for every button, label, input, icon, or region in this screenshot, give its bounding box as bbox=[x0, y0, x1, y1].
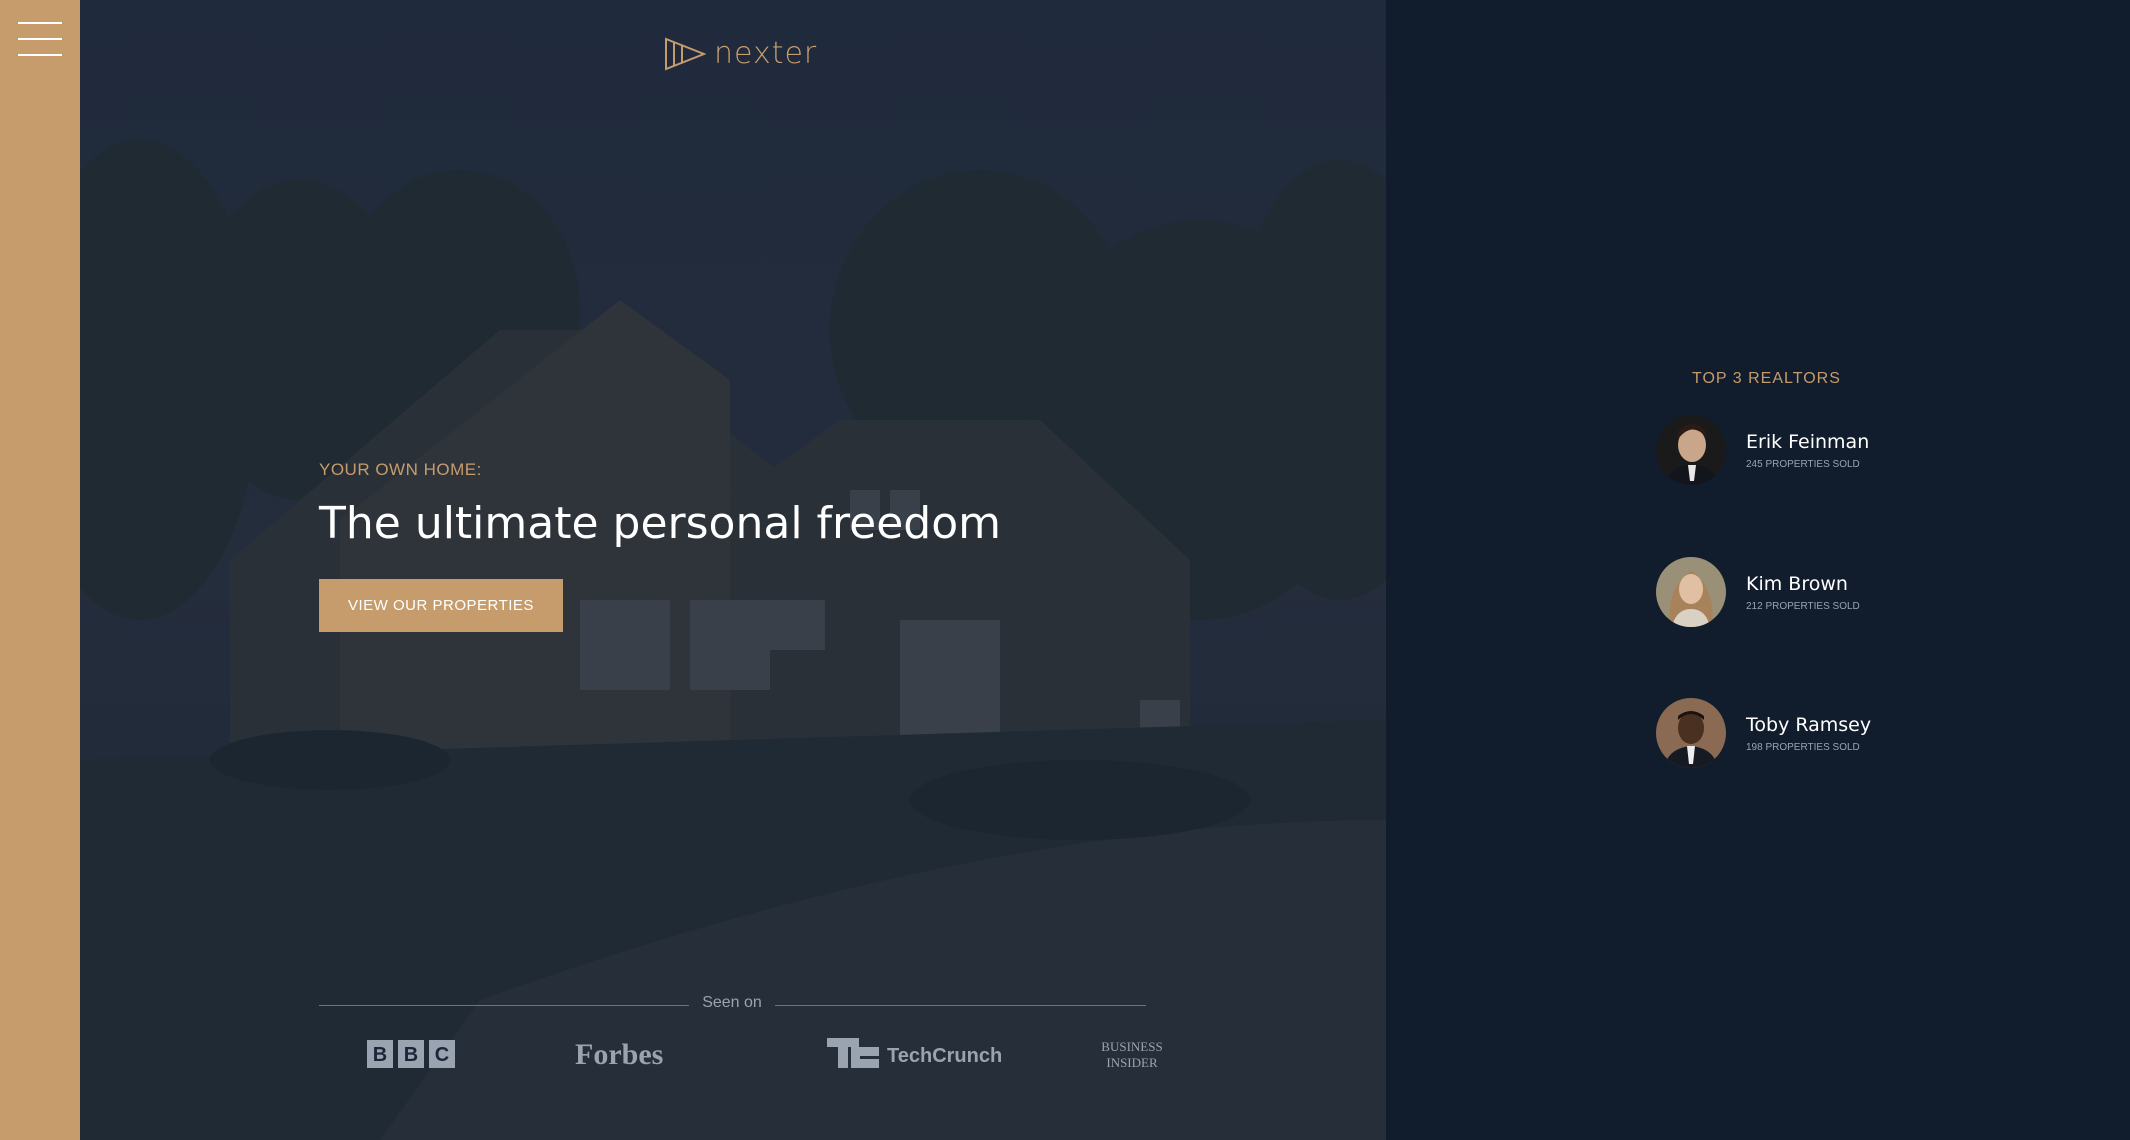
forbes-logo: Forbes bbox=[575, 1038, 663, 1071]
divider-left bbox=[319, 1005, 689, 1006]
press-logos: B B C Forbes TechCrunch BUSINESS INSIDER bbox=[319, 1028, 1163, 1078]
realtors-title: TOP 3 REALTORS bbox=[1692, 370, 1841, 387]
divider-right bbox=[775, 1005, 1146, 1006]
seen-on-section: Seen on B B C Forbes TechCrunch BUSINESS… bbox=[319, 990, 1163, 1078]
play-triangles-logo-icon bbox=[665, 37, 706, 70]
avatar bbox=[1656, 415, 1726, 485]
realtor-sold: 198 PROPERTIES SOLD bbox=[1746, 741, 1860, 753]
hamburger-menu-icon[interactable] bbox=[18, 22, 62, 60]
realtor-name: Kim Brown bbox=[1746, 572, 1848, 595]
realtor-sold: 245 PROPERTIES SOLD bbox=[1746, 458, 1860, 470]
avatar bbox=[1656, 557, 1726, 627]
hero-section: nexter YOUR OWN HOME: The ultimate perso… bbox=[80, 0, 1386, 1140]
realtor-name: Erik Feinman bbox=[1746, 430, 1870, 453]
svg-text:BUSINESS: BUSINESS bbox=[1101, 1039, 1162, 1054]
svg-text:B: B bbox=[373, 1044, 387, 1066]
bbc-logo: B B C bbox=[367, 1040, 455, 1068]
realtor-item[interactable]: Toby Ramsey 198 PROPERTIES SOLD bbox=[1656, 698, 1871, 768]
svg-text:TechCrunch: TechCrunch bbox=[887, 1045, 1002, 1067]
realtor-name: Toby Ramsey bbox=[1746, 713, 1872, 736]
view-properties-button[interactable]: VIEW OUR PROPERTIES bbox=[319, 579, 563, 632]
realtors-panel: TOP 3 REALTORS Erik Feinman 245 PROPERTI… bbox=[1386, 0, 2130, 1140]
seen-on-label: Seen on bbox=[702, 994, 762, 1011]
hero-eyebrow: YOUR OWN HOME: bbox=[319, 460, 482, 479]
brand-name: nexter bbox=[714, 36, 818, 71]
sidebar bbox=[0, 0, 80, 1140]
techcrunch-logo: TechCrunch bbox=[827, 1038, 1002, 1068]
brand-logo[interactable]: nexter bbox=[664, 36, 817, 71]
svg-text:B: B bbox=[404, 1044, 418, 1066]
svg-text:C: C bbox=[435, 1044, 449, 1066]
realtor-item[interactable]: Kim Brown 212 PROPERTIES SOLD bbox=[1656, 557, 1860, 627]
hero-copy: YOUR OWN HOME: The ultimate personal fre… bbox=[319, 460, 1001, 632]
hero-headline: The ultimate personal freedom bbox=[319, 498, 1001, 549]
realtor-sold: 212 PROPERTIES SOLD bbox=[1746, 600, 1860, 612]
svg-text:INSIDER: INSIDER bbox=[1106, 1055, 1158, 1070]
business-insider-logo: BUSINESS INSIDER bbox=[1101, 1039, 1162, 1070]
avatar bbox=[1656, 698, 1726, 768]
realtor-item[interactable]: Erik Feinman 245 PROPERTIES SOLD bbox=[1656, 415, 1869, 485]
svg-text:Forbes: Forbes bbox=[575, 1038, 663, 1071]
